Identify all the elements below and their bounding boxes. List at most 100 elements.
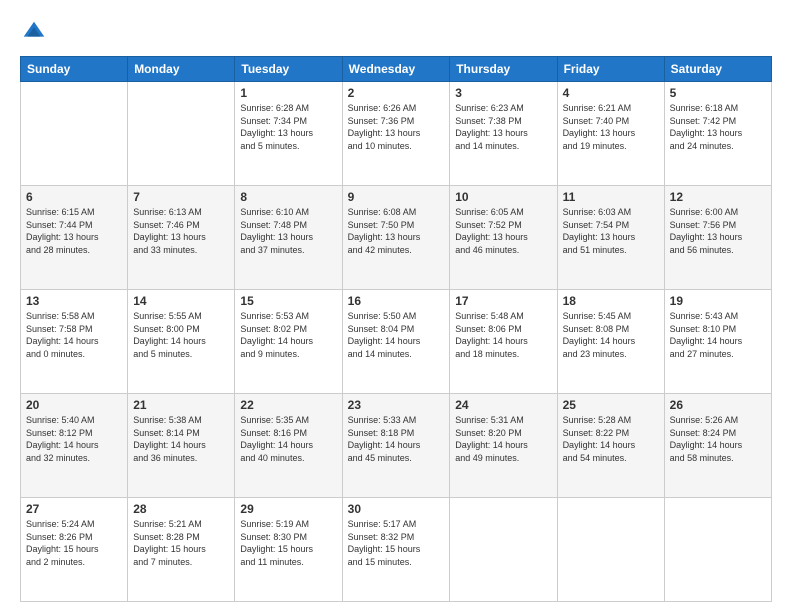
day-number: 28 bbox=[133, 502, 229, 516]
day-number: 13 bbox=[26, 294, 122, 308]
day-number: 2 bbox=[348, 86, 445, 100]
day-number: 15 bbox=[240, 294, 336, 308]
calendar-cell: 11Sunrise: 6:03 AM Sunset: 7:54 PM Dayli… bbox=[557, 186, 664, 290]
weekday-header-row: SundayMondayTuesdayWednesdayThursdayFrid… bbox=[21, 57, 772, 82]
day-info: Sunrise: 5:35 AM Sunset: 8:16 PM Dayligh… bbox=[240, 414, 336, 464]
day-info: Sunrise: 5:24 AM Sunset: 8:26 PM Dayligh… bbox=[26, 518, 122, 568]
weekday-header-monday: Monday bbox=[128, 57, 235, 82]
day-number: 7 bbox=[133, 190, 229, 204]
calendar-cell bbox=[128, 82, 235, 186]
day-number: 1 bbox=[240, 86, 336, 100]
header bbox=[20, 18, 772, 46]
calendar-cell: 4 Sunrise: 6:21 AM Sunset: 7:40 PM Daylig… bbox=[557, 82, 664, 186]
calendar-week-5: 27 Sunrise: 5:24 AM Sunset: 8:26 PM Dayli… bbox=[21, 498, 772, 602]
day-info: Sunrise: 5:43 AM Sunset: 8:10 PM Dayligh… bbox=[670, 310, 766, 360]
calendar-cell: 21Sunrise: 5:38 AM Sunset: 8:14 PM Dayli… bbox=[128, 394, 235, 498]
calendar-cell bbox=[664, 498, 771, 602]
calendar-cell: 30 Sunrise: 5:17 AM Sunset: 8:32 PM Dayli… bbox=[342, 498, 450, 602]
calendar-cell: 1 Sunrise: 6:28 AM Sunset: 7:34 PM Daylig… bbox=[235, 82, 342, 186]
day-info: Sunrise: 5:28 AM Sunset: 8:22 PM Dayligh… bbox=[563, 414, 659, 464]
calendar-cell bbox=[557, 498, 664, 602]
logo bbox=[20, 18, 52, 46]
weekday-header-saturday: Saturday bbox=[664, 57, 771, 82]
calendar-cell: 2 Sunrise: 6:26 AM Sunset: 7:36 PM Daylig… bbox=[342, 82, 450, 186]
day-number: 14 bbox=[133, 294, 229, 308]
day-info: Sunrise: 5:45 AM Sunset: 8:08 PM Dayligh… bbox=[563, 310, 659, 360]
day-number: 16 bbox=[348, 294, 445, 308]
calendar-cell: 25 Sunrise: 5:28 AM Sunset: 8:22 PM Dayli… bbox=[557, 394, 664, 498]
weekday-header-sunday: Sunday bbox=[21, 57, 128, 82]
day-info: Sunrise: 6:00 AM Sunset: 7:56 PM Dayligh… bbox=[670, 206, 766, 256]
day-info: Sunrise: 6:08 AM Sunset: 7:50 PM Dayligh… bbox=[348, 206, 445, 256]
day-info: Sunrise: 6:03 AM Sunset: 7:54 PM Dayligh… bbox=[563, 206, 659, 256]
day-info: Sunrise: 6:23 AM Sunset: 7:38 PM Dayligh… bbox=[455, 102, 551, 152]
calendar-cell: 28 Sunrise: 5:21 AM Sunset: 8:28 PM Dayli… bbox=[128, 498, 235, 602]
calendar-cell: 13 Sunrise: 5:58 AM Sunset: 7:58 PM Dayli… bbox=[21, 290, 128, 394]
calendar-cell bbox=[21, 82, 128, 186]
calendar-cell: 26Sunrise: 5:26 AM Sunset: 8:24 PM Dayli… bbox=[664, 394, 771, 498]
day-number: 6 bbox=[26, 190, 122, 204]
day-info: Sunrise: 6:21 AM Sunset: 7:40 PM Dayligh… bbox=[563, 102, 659, 152]
day-number: 8 bbox=[240, 190, 336, 204]
day-number: 18 bbox=[563, 294, 659, 308]
day-number: 23 bbox=[348, 398, 445, 412]
day-number: 17 bbox=[455, 294, 551, 308]
calendar-cell: 15 Sunrise: 5:53 AM Sunset: 8:02 PM Dayli… bbox=[235, 290, 342, 394]
day-info: Sunrise: 5:53 AM Sunset: 8:02 PM Dayligh… bbox=[240, 310, 336, 360]
day-number: 20 bbox=[26, 398, 122, 412]
calendar-cell: 24Sunrise: 5:31 AM Sunset: 8:20 PM Dayli… bbox=[450, 394, 557, 498]
weekday-header-friday: Friday bbox=[557, 57, 664, 82]
day-number: 25 bbox=[563, 398, 659, 412]
day-info: Sunrise: 5:55 AM Sunset: 8:00 PM Dayligh… bbox=[133, 310, 229, 360]
day-number: 19 bbox=[670, 294, 766, 308]
day-info: Sunrise: 5:17 AM Sunset: 8:32 PM Dayligh… bbox=[348, 518, 445, 568]
calendar-cell: 7 Sunrise: 6:13 AM Sunset: 7:46 PM Daylig… bbox=[128, 186, 235, 290]
calendar-cell: 12 Sunrise: 6:00 AM Sunset: 7:56 PM Dayli… bbox=[664, 186, 771, 290]
day-info: Sunrise: 5:58 AM Sunset: 7:58 PM Dayligh… bbox=[26, 310, 122, 360]
day-info: Sunrise: 5:19 AM Sunset: 8:30 PM Dayligh… bbox=[240, 518, 336, 568]
day-number: 12 bbox=[670, 190, 766, 204]
day-number: 30 bbox=[348, 502, 445, 516]
day-info: Sunrise: 5:33 AM Sunset: 8:18 PM Dayligh… bbox=[348, 414, 445, 464]
day-info: Sunrise: 6:15 AM Sunset: 7:44 PM Dayligh… bbox=[26, 206, 122, 256]
day-info: Sunrise: 5:21 AM Sunset: 8:28 PM Dayligh… bbox=[133, 518, 229, 568]
calendar-cell: 19 Sunrise: 5:43 AM Sunset: 8:10 PM Dayli… bbox=[664, 290, 771, 394]
day-info: Sunrise: 5:26 AM Sunset: 8:24 PM Dayligh… bbox=[670, 414, 766, 464]
day-info: Sunrise: 6:10 AM Sunset: 7:48 PM Dayligh… bbox=[240, 206, 336, 256]
calendar-cell: 9Sunrise: 6:08 AM Sunset: 7:50 PM Daylig… bbox=[342, 186, 450, 290]
day-number: 24 bbox=[455, 398, 551, 412]
calendar-cell: 5Sunrise: 6:18 AM Sunset: 7:42 PM Daylig… bbox=[664, 82, 771, 186]
calendar-week-2: 6 Sunrise: 6:15 AM Sunset: 7:44 PM Daylig… bbox=[21, 186, 772, 290]
calendar-cell: 17 Sunrise: 5:48 AM Sunset: 8:06 PM Dayli… bbox=[450, 290, 557, 394]
calendar-week-1: 1 Sunrise: 6:28 AM Sunset: 7:34 PM Daylig… bbox=[21, 82, 772, 186]
day-number: 22 bbox=[240, 398, 336, 412]
day-number: 10 bbox=[455, 190, 551, 204]
calendar-cell: 14 Sunrise: 5:55 AM Sunset: 8:00 PM Dayli… bbox=[128, 290, 235, 394]
day-info: Sunrise: 6:28 AM Sunset: 7:34 PM Dayligh… bbox=[240, 102, 336, 152]
day-number: 4 bbox=[563, 86, 659, 100]
logo-icon bbox=[20, 18, 48, 46]
day-info: Sunrise: 5:40 AM Sunset: 8:12 PM Dayligh… bbox=[26, 414, 122, 464]
calendar-cell: 20 Sunrise: 5:40 AM Sunset: 8:12 PM Dayli… bbox=[21, 394, 128, 498]
calendar-week-3: 13 Sunrise: 5:58 AM Sunset: 7:58 PM Dayli… bbox=[21, 290, 772, 394]
day-number: 3 bbox=[455, 86, 551, 100]
calendar-table: SundayMondayTuesdayWednesdayThursdayFrid… bbox=[20, 56, 772, 602]
calendar-cell: 22 Sunrise: 5:35 AM Sunset: 8:16 PM Dayli… bbox=[235, 394, 342, 498]
day-info: Sunrise: 6:13 AM Sunset: 7:46 PM Dayligh… bbox=[133, 206, 229, 256]
calendar-cell: 3 Sunrise: 6:23 AM Sunset: 7:38 PM Daylig… bbox=[450, 82, 557, 186]
day-info: Sunrise: 5:48 AM Sunset: 8:06 PM Dayligh… bbox=[455, 310, 551, 360]
weekday-header-wednesday: Wednesday bbox=[342, 57, 450, 82]
weekday-header-tuesday: Tuesday bbox=[235, 57, 342, 82]
calendar-cell: 18 Sunrise: 5:45 AM Sunset: 8:08 PM Dayli… bbox=[557, 290, 664, 394]
day-number: 27 bbox=[26, 502, 122, 516]
calendar-week-4: 20 Sunrise: 5:40 AM Sunset: 8:12 PM Dayli… bbox=[21, 394, 772, 498]
calendar-cell bbox=[450, 498, 557, 602]
calendar-cell: 6 Sunrise: 6:15 AM Sunset: 7:44 PM Daylig… bbox=[21, 186, 128, 290]
day-number: 5 bbox=[670, 86, 766, 100]
calendar-cell: 8 Sunrise: 6:10 AM Sunset: 7:48 PM Daylig… bbox=[235, 186, 342, 290]
calendar-page: SundayMondayTuesdayWednesdayThursdayFrid… bbox=[0, 0, 792, 612]
weekday-header-thursday: Thursday bbox=[450, 57, 557, 82]
day-info: Sunrise: 6:26 AM Sunset: 7:36 PM Dayligh… bbox=[348, 102, 445, 152]
calendar-cell: 27 Sunrise: 5:24 AM Sunset: 8:26 PM Dayli… bbox=[21, 498, 128, 602]
calendar-cell: 23 Sunrise: 5:33 AM Sunset: 8:18 PM Dayli… bbox=[342, 394, 450, 498]
